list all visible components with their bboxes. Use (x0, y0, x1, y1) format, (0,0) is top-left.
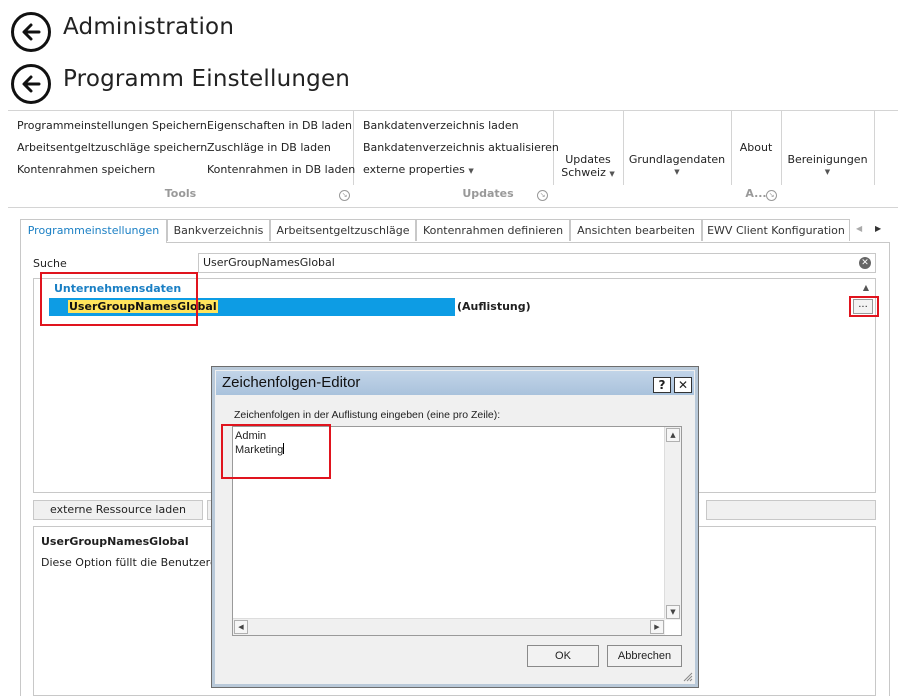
updates-switzerland-line2-wrap: Schweiz ▼ (553, 166, 623, 181)
search-label: Suche (33, 257, 67, 270)
ribbon-group-label-tools: Tools (164, 187, 197, 200)
load-surcharges-db-button[interactable]: Zuschläge in DB laden (207, 141, 331, 154)
caret-down-icon: ▼ (674, 168, 680, 176)
horizontal-scrollbar[interactable]: ◀ ▶ (233, 618, 665, 635)
save-chart-of-accounts-button[interactable]: Kontenrahmen speichern (17, 163, 155, 176)
help-button[interactable]: ? (653, 377, 671, 393)
grundlagendaten-dropdown[interactable]: Grundlagendaten ▼ (623, 153, 731, 179)
external-properties-dropdown[interactable]: externe properties ▼ (363, 163, 474, 176)
scroll-left-icon[interactable]: ◀ (234, 620, 248, 634)
bereinigungen-label: Bereinigungen (787, 153, 868, 166)
ribbon-group-updates-switzerland: Updates Schweiz ▼ (553, 111, 624, 185)
tab-arbeitsentgeltzuschlaege[interactable]: Arbeitsentgeltzuschläge (270, 219, 416, 241)
tab-scroll-left-icon[interactable]: ◀ (856, 224, 862, 233)
load-chart-of-accounts-db-button[interactable]: Kontenrahmen in DB laden (207, 163, 355, 176)
annotation-highlight-ellipsis (849, 296, 879, 317)
annotation-highlight-category (40, 272, 198, 326)
tab-ewv-client-konfiguration[interactable]: EWV Client Konfiguration (702, 219, 850, 241)
updates-switzerland-dropdown[interactable]: Updates Schweiz ▼ (553, 153, 623, 181)
dialog-instruction: Zeichenfolgen in der Auflistung eingeben… (234, 409, 501, 421)
caret-down-icon: ▼ (609, 170, 615, 178)
ribbon: Programmeinstellungen Speichern Arbeitse… (8, 110, 898, 208)
search-input[interactable]: UserGroupNamesGlobal ✕ (198, 253, 876, 273)
update-bank-directory-button[interactable]: Bankdatenverzeichnis aktualisieren (363, 141, 559, 154)
scroll-down-icon[interactable]: ▼ (666, 605, 680, 619)
annotation-highlight-lines (221, 424, 331, 479)
string-editor-dialog: Zeichenfolgen-Editor ? ✕ Zeichenfolgen i… (211, 366, 699, 688)
bereinigungen-dropdown[interactable]: Bereinigungen ▼ (781, 153, 874, 179)
close-button[interactable]: ✕ (674, 377, 692, 393)
tab-scroll-right-icon[interactable]: ▶ (875, 224, 881, 233)
dialog-launcher-icon[interactable]: ↘ (766, 190, 777, 201)
updates-switzerland-line2: Schweiz (561, 166, 606, 179)
tab-bar: Programmeinstellungen Bankverzeichnis Ar… (20, 219, 890, 243)
about-button[interactable]: About (731, 141, 781, 154)
dialog-launcher-icon[interactable]: ↘ (339, 190, 350, 201)
ribbon-group-grundlagendaten: Grundlagendaten ▼ (623, 111, 732, 185)
arrow-left-icon (22, 75, 41, 93)
hidden-button-right[interactable] (706, 500, 876, 520)
tab-bankverzeichnis[interactable]: Bankverzeichnis (167, 219, 270, 241)
ribbon-group-label-updates: Updates (462, 187, 514, 200)
arrow-left-icon (22, 23, 41, 41)
caret-down-icon: ▼ (824, 168, 831, 176)
tab-programmeinstellungen[interactable]: Programmeinstellungen (20, 219, 167, 243)
load-bank-directory-button[interactable]: Bankdatenverzeichnis laden (363, 119, 519, 132)
external-properties-label: externe properties (363, 163, 465, 176)
scroll-up-icon[interactable]: ▲ (666, 428, 680, 442)
tab-ansichten-bearbeiten[interactable]: Ansichten bearbeiten (570, 219, 702, 241)
save-wage-surcharges-button[interactable]: Arbeitsentgeltzuschläge speichern (17, 141, 207, 154)
ribbon-group-updates: Bankdatenverzeichnis laden Bankdatenverz… (353, 111, 559, 185)
page-title-program-settings: Programm Einstellungen (63, 66, 351, 92)
ok-button[interactable]: OK (527, 645, 599, 667)
save-program-settings-button[interactable]: Programmeinstellungen Speichern (17, 119, 207, 132)
ribbon-group-bereinigungen: Bereinigungen ▼ (781, 111, 875, 185)
description-title: UserGroupNamesGlobal (41, 535, 189, 548)
load-external-resource-button[interactable]: externe Ressource laden (33, 500, 203, 520)
grundlagendaten-label: Grundlagendaten (628, 153, 726, 166)
description-text: Diese Option füllt die Benutzergruppen (41, 556, 213, 569)
vertical-scrollbar[interactable]: ▲ ▼ (664, 427, 681, 620)
back-button-administration[interactable] (11, 12, 51, 52)
ribbon-group-about: About (731, 111, 782, 185)
caret-down-icon: ▼ (468, 167, 474, 175)
updates-switzerland-line1: Updates (565, 153, 611, 166)
scroll-right-icon[interactable]: ▶ (650, 620, 664, 634)
load-properties-db-button[interactable]: Eigenschaften in DB laden (207, 119, 352, 132)
tab-kontenrahmen-definieren[interactable]: Kontenrahmen definieren (416, 219, 570, 241)
cancel-button[interactable]: Abbrechen (607, 645, 682, 667)
clear-icon[interactable]: ✕ (859, 257, 871, 269)
search-input-value: UserGroupNamesGlobal (203, 256, 335, 269)
ribbon-group-tools: Programmeinstellungen Speichern Arbeitse… (8, 111, 355, 185)
collapse-up-icon[interactable]: ▲ (863, 283, 869, 292)
property-value[interactable]: (Auflistung) (457, 300, 531, 313)
dialog-title: Zeichenfolgen-Editor (222, 374, 361, 391)
dialog-launcher-icon[interactable]: ↘ (537, 190, 548, 201)
resize-grip-icon[interactable] (683, 672, 693, 682)
dialog-titlebar[interactable]: Zeichenfolgen-Editor ? ✕ (216, 371, 694, 395)
page-title-administration: Administration (63, 14, 235, 40)
back-button-program-settings[interactable] (11, 64, 51, 104)
